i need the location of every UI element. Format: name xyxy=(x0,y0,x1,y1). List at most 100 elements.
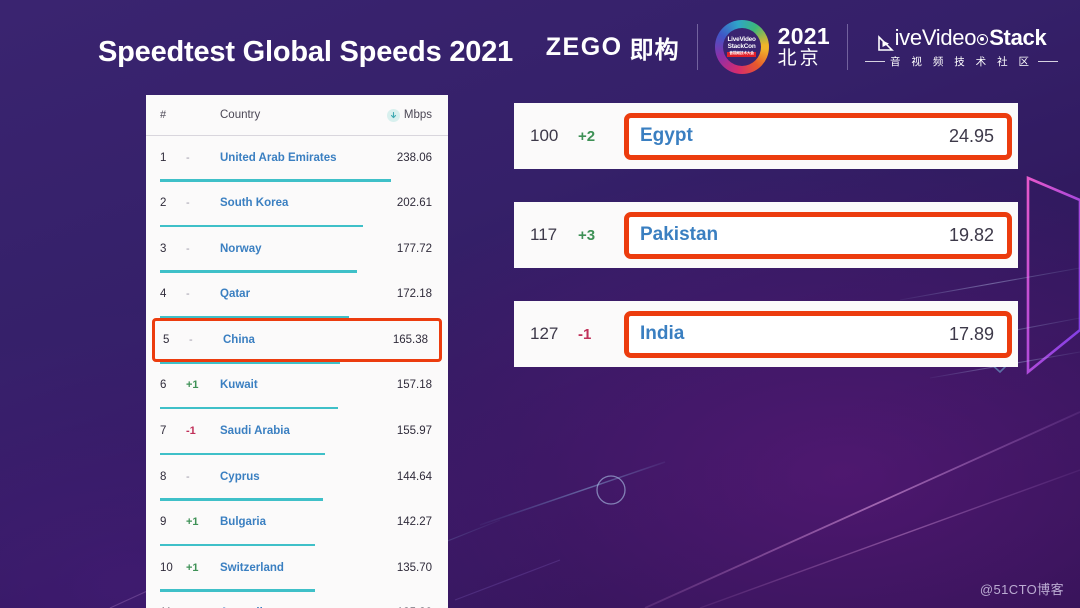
row-speed-value: 177.72 xyxy=(396,242,432,255)
row-rank-change: - xyxy=(186,288,190,301)
logo-divider-1 xyxy=(696,24,698,70)
card-rank: 117 xyxy=(530,225,558,244)
row-speed-value: 202.61 xyxy=(396,197,432,210)
column-header-mbps-label: Mbps xyxy=(403,109,432,121)
slide-root: Speedtest Global Speeds 2021 ZEGO 即构 Liv… xyxy=(0,0,1080,608)
card-rank: 100 xyxy=(530,126,559,145)
country-card[interactable]: 100 +2 Egypt 24.95 xyxy=(514,103,1018,169)
ring-label: LiveVideo StackCon 音视频技术大会 xyxy=(727,37,756,57)
logo-divider-2 xyxy=(846,24,848,70)
row-rank-change: - xyxy=(186,151,190,164)
row-rank: 4 xyxy=(160,288,167,301)
row-country-name[interactable]: Qatar xyxy=(220,288,397,300)
row-rank-change: -1 xyxy=(186,425,196,438)
ring-line-3: Stack xyxy=(727,43,744,51)
download-arrow-icon xyxy=(386,108,400,122)
global-speeds-table: # Country Mbps 1- United Arab Emirates 238… xyxy=(146,95,448,608)
row-rank: 10 xyxy=(160,561,173,574)
table-row[interactable]: 1 - United Arab Emirates 238.06 xyxy=(146,136,448,179)
ring-line-4: Con xyxy=(743,43,756,51)
zego-chinese-name: 即构 xyxy=(629,36,680,64)
livevideostack-subtitle: 音 视 频 技 术 社 区 xyxy=(889,56,1033,68)
table-row[interactable]: 11-2Australia135.30 xyxy=(146,592,448,608)
table-row[interactable]: 2 - South Korea 202.61 xyxy=(146,182,448,225)
card-highlight-box[interactable]: India 17.89 xyxy=(624,310,1012,358)
row-rank-change: +1 xyxy=(186,561,199,574)
row-rank: 3 xyxy=(160,242,167,255)
column-header-mbps[interactable]: Mbps xyxy=(386,108,432,122)
row-rank-change: - xyxy=(189,333,193,346)
row-rank-change: +1 xyxy=(186,516,199,529)
card-country-name[interactable]: Egypt xyxy=(640,125,693,147)
logo-bar: ZEGO 即构 LiveVideo StackCon 音视频技术大会 2021 … xyxy=(546,18,1058,76)
row-rank: 2 xyxy=(160,197,167,210)
row-rank: 8 xyxy=(160,470,167,483)
livevideostack-logo: ive Video Stack 音 视 频 技 术 社 区 xyxy=(864,25,1058,69)
row-rank: 1 xyxy=(160,151,167,164)
country-card[interactable]: 127 -1 India 17.89 xyxy=(514,301,1018,367)
lvs-part-3: Stack xyxy=(989,25,1047,50)
row-country-name[interactable]: Norway xyxy=(220,243,397,255)
ring-subtitle: 音视频技术大会 xyxy=(727,51,756,57)
zego-wordmark: ZEGO xyxy=(545,32,623,61)
row-country-name[interactable]: China xyxy=(223,334,393,346)
card-rank-change: -1 xyxy=(578,325,592,343)
table-row[interactable]: 7 -1 Saudi Arabia 155.97 xyxy=(146,409,448,452)
table-row[interactable]: 4 - Qatar 172.18 xyxy=(146,273,448,316)
row-country-name[interactable]: Saudi Arabia xyxy=(220,425,397,437)
column-header-country[interactable]: Country xyxy=(220,109,387,121)
card-country-name[interactable]: Pakistan xyxy=(640,224,718,246)
event-year: 2021 xyxy=(777,23,830,50)
table-header-row: # Country Mbps xyxy=(146,95,448,136)
row-country-name[interactable]: South Korea xyxy=(220,197,397,209)
row-country-name[interactable]: Cyprus xyxy=(220,471,397,483)
record-dot-icon xyxy=(977,33,989,45)
row-speed-value: 142.27 xyxy=(396,516,432,529)
zego-logo: ZEGO 即构 xyxy=(546,30,680,65)
livevideostack-subtitle-row: 音 视 频 技 术 社 区 xyxy=(864,54,1058,69)
row-speed-value: 165.38 xyxy=(392,333,428,346)
row-rank: 5 xyxy=(163,333,170,346)
row-country-name[interactable]: Switzerland xyxy=(220,562,397,574)
card-speed-value: 17.89 xyxy=(948,323,994,344)
row-speed-value: 238.06 xyxy=(396,151,432,164)
page-title: Speedtest Global Speeds 2021 xyxy=(98,36,514,68)
row-rank: 6 xyxy=(160,379,167,392)
row-speed-value: 155.97 xyxy=(396,425,432,438)
card-rank: 127 xyxy=(530,324,559,343)
country-card[interactable]: 117 +3 Pakistan 19.82 xyxy=(514,202,1018,268)
row-country-name[interactable]: Kuwait xyxy=(220,379,397,391)
event-year-city: 2021 北京 xyxy=(778,24,830,69)
card-speed-value: 19.82 xyxy=(948,224,994,245)
row-rank: 9 xyxy=(160,516,167,529)
lvs-part-1: ive xyxy=(894,25,923,50)
subtitle-rule-right xyxy=(1038,61,1058,62)
table-row[interactable]: 6 +1 Kuwait 157.18 xyxy=(146,364,448,407)
table-row-highlighted[interactable]: 5 - China 165.38 xyxy=(152,318,442,362)
column-header-rank: # xyxy=(160,109,167,121)
row-country-name[interactable]: United Arab Emirates xyxy=(220,152,397,164)
card-highlight-box[interactable]: Egypt 24.95 xyxy=(624,112,1012,160)
card-rank-change: +3 xyxy=(578,226,596,244)
card-highlight-box[interactable]: Pakistan 19.82 xyxy=(624,211,1012,259)
row-speed-value: 144.64 xyxy=(396,470,432,483)
lvs-part-2: Video xyxy=(921,25,977,50)
slide-header: Speedtest Global Speeds 2021 ZEGO 即构 Liv… xyxy=(0,0,1080,92)
table-row[interactable]: 9 +1 Bulgaria 142.27 xyxy=(146,501,448,544)
card-speed-value: 24.95 xyxy=(948,125,994,146)
row-speed-value: 157.18 xyxy=(396,379,432,392)
table-row[interactable]: 10 +1 Switzerland 135.70 xyxy=(146,546,448,589)
row-speed-value: 135.70 xyxy=(396,561,432,574)
play-icon xyxy=(877,32,894,51)
row-speed-value: 172.18 xyxy=(396,288,432,301)
subtitle-rule-left xyxy=(864,61,885,62)
livevideostackcon-ring-icon: LiveVideo StackCon 音视频技术大会 xyxy=(714,20,769,74)
table-row[interactable]: 3 - Norway 177.72 xyxy=(146,227,448,270)
table-row[interactable]: 8 - Cyprus 144.64 xyxy=(146,455,448,498)
card-country-name[interactable]: India xyxy=(640,323,684,345)
table-body: 1 - United Arab Emirates 238.06 2 - South Kore… xyxy=(146,136,448,608)
row-country-name[interactable]: Bulgaria xyxy=(220,516,397,528)
row-rank-change: - xyxy=(186,197,190,210)
row-rank-change: - xyxy=(186,242,190,255)
card-rank-change: +2 xyxy=(578,127,596,145)
